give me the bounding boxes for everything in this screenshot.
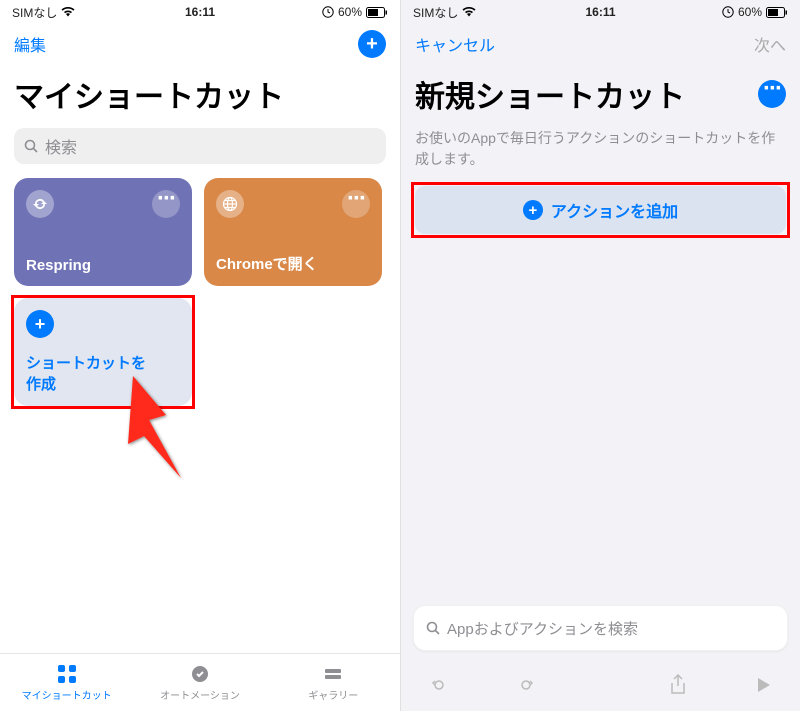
plus-icon: + (523, 200, 543, 220)
description-text: お使いのAppで毎日行うアクションのショートカットを作成します。 (401, 128, 800, 186)
card-label: Chromeで開く (216, 253, 370, 274)
cancel-button[interactable]: キャンセル (415, 32, 495, 56)
add-action-button[interactable]: + アクションを追加 (415, 186, 786, 234)
shortcuts-list-screen: SIMなし 16:11 60% 編集 + マイショートカット 検索 ··· Re… (0, 0, 400, 711)
nav-bar: 編集 + (0, 24, 400, 64)
add-action-label: アクションを追加 (551, 198, 678, 222)
battery-icon (766, 7, 788, 18)
nav-bar: キャンセル 次へ (401, 24, 800, 64)
globe-icon (216, 190, 244, 218)
add-shortcut-button[interactable]: + (358, 30, 386, 58)
gallery-icon (322, 663, 344, 685)
grid-icon (56, 663, 78, 685)
search-icon (426, 621, 441, 636)
search-placeholder: Appおよびアクションを検索 (447, 618, 638, 639)
plus-icon: + (26, 310, 54, 338)
wifi-icon (61, 7, 75, 17)
edit-button[interactable]: 編集 (14, 32, 46, 56)
battery-label: 60% (338, 5, 362, 19)
clock-icon (322, 6, 334, 18)
bottom-toolbar (401, 659, 800, 711)
wifi-icon (462, 7, 476, 17)
undo-button[interactable] (429, 675, 449, 695)
tab-bar: マイショートカット オートメーション ギャラリー (0, 653, 400, 711)
time-label: 16:11 (585, 5, 615, 19)
carrier-label: SIMなし (12, 4, 57, 21)
page-title: マイショートカット (0, 64, 400, 128)
tab-gallery[interactable]: ギャラリー (267, 654, 400, 711)
search-icon (24, 139, 39, 154)
card-more-button[interactable]: ··· (152, 190, 180, 218)
shortcut-card-respring[interactable]: ··· Respring (14, 178, 192, 286)
automation-icon (189, 663, 211, 685)
search-placeholder: 検索 (45, 134, 77, 158)
tab-automation[interactable]: オートメーション (133, 654, 266, 711)
next-button[interactable]: 次へ (754, 32, 786, 56)
clock-icon (722, 6, 734, 18)
carrier-label: SIMなし (413, 4, 458, 21)
action-search-input[interactable]: Appおよびアクションを検索 (413, 605, 788, 651)
page-title: 新規ショートカット (415, 72, 685, 116)
sync-icon (26, 190, 54, 218)
create-label-line2: 作成 (26, 376, 56, 393)
share-button[interactable] (669, 674, 687, 696)
shortcut-card-chrome[interactable]: ··· Chromeで開く (204, 178, 382, 286)
battery-label: 60% (738, 5, 762, 19)
create-shortcut-card[interactable]: + ショートカットを 作成 (14, 298, 192, 406)
play-button[interactable] (754, 676, 772, 694)
options-button[interactable]: ··· (758, 80, 786, 108)
status-bar: SIMなし 16:11 60% (0, 0, 400, 24)
tab-shortcuts[interactable]: マイショートカット (0, 654, 133, 711)
card-label: Respring (26, 257, 180, 274)
new-shortcut-screen: SIMなし 16:11 60% キャンセル 次へ 新規ショートカット ··· お… (400, 0, 800, 711)
status-bar: SIMなし 16:11 60% (401, 0, 800, 24)
battery-icon (366, 7, 388, 18)
redo-button[interactable] (516, 675, 536, 695)
create-label-line1: ショートカットを (26, 355, 146, 372)
time-label: 16:11 (185, 5, 215, 19)
card-more-button[interactable]: ··· (342, 190, 370, 218)
search-input[interactable]: 検索 (14, 128, 386, 164)
